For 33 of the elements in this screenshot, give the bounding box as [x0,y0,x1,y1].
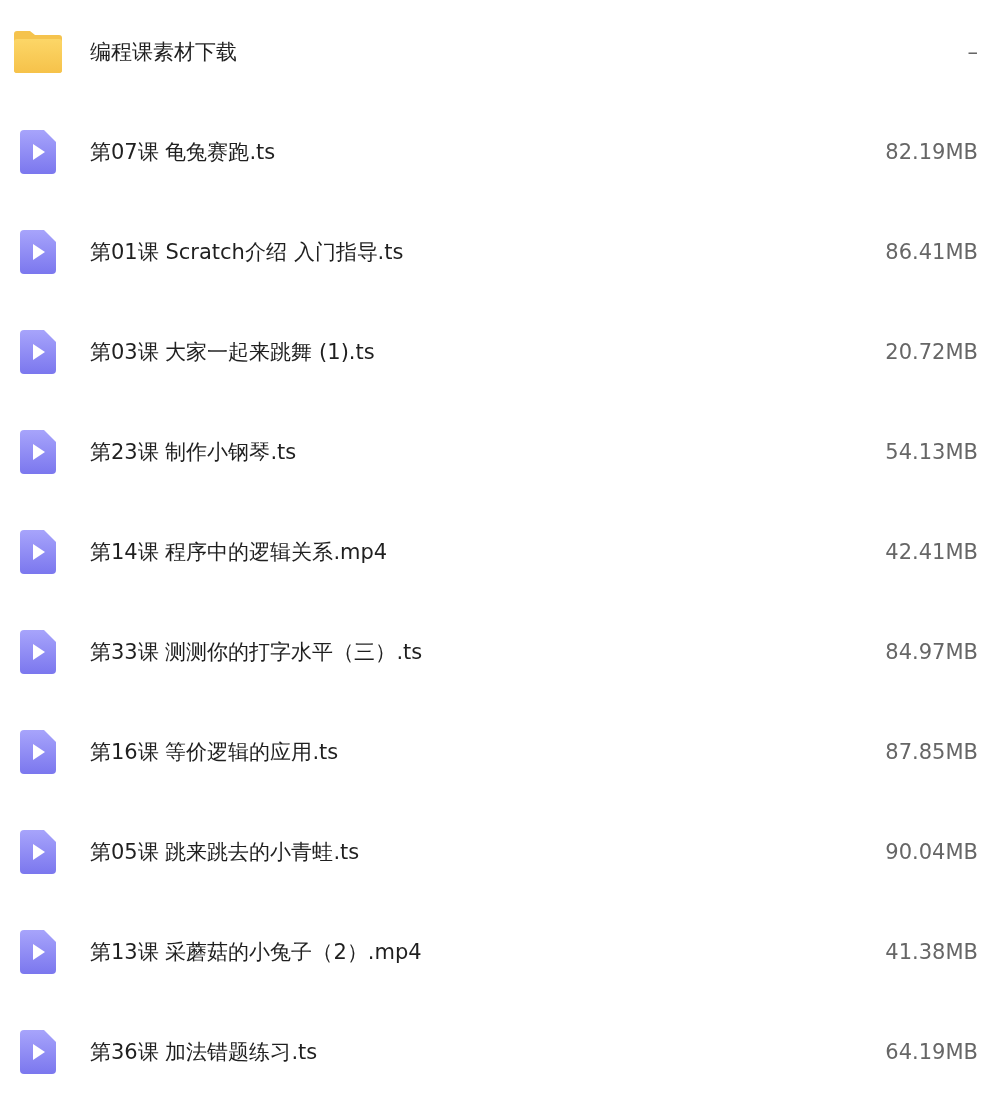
video-file-icon [20,430,56,474]
file-name[interactable]: 第03课 大家一起来跳舞 (1).ts [90,338,886,366]
video-file-icon [20,230,56,274]
file-name[interactable]: 编程课素材下载 [90,38,968,66]
file-size: 87.85MB [885,740,978,764]
file-size: 82.19MB [885,140,978,164]
video-file-icon [20,730,56,774]
file-size: 86.41MB [885,240,978,264]
file-size: 41.38MB [885,940,978,964]
file-size: 42.41MB [885,540,978,564]
file-size: – [967,40,978,64]
video-file-icon [20,330,56,374]
video-file-icon [20,830,56,874]
file-name[interactable]: 第05课 跳来跳去的小青蛙.ts [90,838,886,866]
file-size: 20.72MB [885,340,978,364]
file-name[interactable]: 第16课 等价逻辑的应用.ts [90,738,886,766]
folder-icon [14,31,62,73]
file-name[interactable]: 第23课 制作小钢琴.ts [90,438,886,466]
video-file-icon [20,130,56,174]
file-name[interactable]: 第14课 程序中的逻辑关系.mp4 [90,538,886,566]
file-size: 90.04MB [885,840,978,864]
file-name[interactable]: 第33课 测测你的打字水平（三）.ts [90,638,886,666]
video-file-icon [20,530,56,574]
file-size: 84.97MB [885,640,978,664]
file-name[interactable]: 第36课 加法错题练习.ts [90,1038,886,1066]
video-file-icon [20,1030,56,1074]
video-file-icon [20,630,56,674]
file-name[interactable]: 第01课 Scratch介绍 入门指导.ts [90,238,886,266]
file-name[interactable]: 第07课 龟兔赛跑.ts [90,138,886,166]
file-size: 64.19MB [885,1040,978,1064]
file-size: 54.13MB [885,440,978,464]
file-name[interactable]: 第13课 采蘑菇的小兔子（2）.mp4 [90,938,886,966]
video-file-icon [20,930,56,974]
